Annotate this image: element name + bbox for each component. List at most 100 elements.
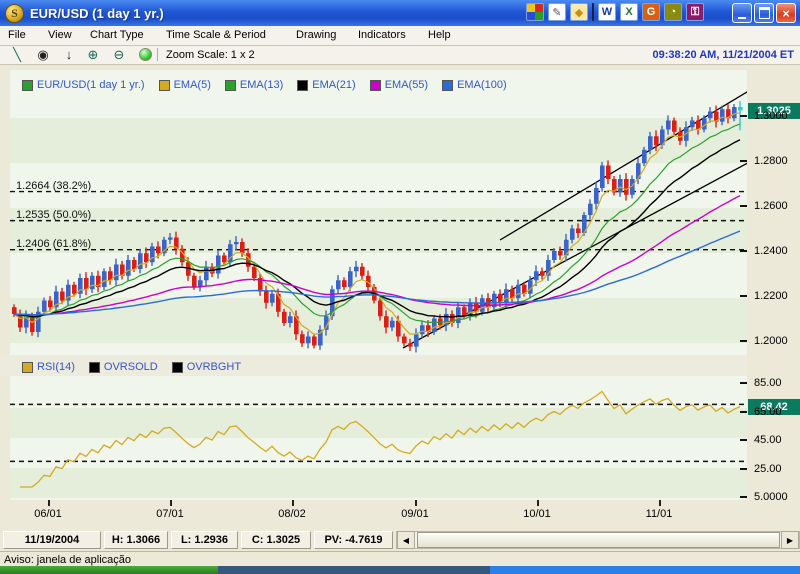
candle[interactable] — [42, 301, 47, 312]
word-icon[interactable]: W — [598, 3, 616, 21]
scroll-left-arrow[interactable]: ◀ — [397, 531, 415, 549]
candle[interactable] — [144, 253, 149, 262]
candle[interactable] — [378, 301, 383, 317]
candle[interactable] — [420, 325, 425, 334]
candle[interactable] — [738, 107, 743, 110]
calendar-icon[interactable]: G — [642, 3, 660, 21]
candle[interactable] — [624, 179, 629, 195]
candle[interactable] — [270, 294, 275, 303]
clock-icon[interactable]: ◔ — [664, 3, 682, 21]
candle[interactable] — [558, 251, 563, 256]
candle[interactable] — [552, 251, 557, 260]
legend-eurusd[interactable]: EUR/USD(1 day 1 yr.) — [22, 79, 145, 91]
candle[interactable] — [306, 337, 311, 344]
menu-file[interactable]: File — [8, 29, 26, 41]
candle[interactable] — [216, 256, 221, 274]
legend-ema55[interactable]: EMA(55) — [370, 79, 428, 91]
taskbar-window-sliver[interactable] — [218, 566, 490, 574]
candle[interactable] — [648, 136, 653, 150]
folder-open-icon[interactable]: ◆ — [570, 3, 588, 21]
candle[interactable] — [240, 242, 245, 253]
candle[interactable] — [390, 321, 395, 328]
minimize-button[interactable] — [732, 3, 752, 23]
candle[interactable] — [594, 188, 599, 204]
candle[interactable] — [252, 267, 257, 278]
scroll-right-arrow[interactable]: ▶ — [781, 531, 799, 549]
candle[interactable] — [90, 276, 95, 290]
legend-ema13[interactable]: EMA(13) — [225, 79, 283, 91]
candle[interactable] — [384, 316, 389, 327]
legend-ema100[interactable]: EMA(100) — [442, 79, 507, 91]
menu-help[interactable]: Help — [428, 29, 451, 41]
legend-ovrbght[interactable]: OVRBGHT — [172, 361, 241, 373]
candle[interactable] — [456, 307, 461, 323]
point-tool-icon[interactable]: ◉ — [34, 47, 52, 62]
candle[interactable] — [126, 260, 131, 276]
candle[interactable] — [618, 179, 623, 193]
candle[interactable] — [60, 292, 65, 301]
candle[interactable] — [600, 166, 605, 189]
candle[interactable] — [690, 121, 695, 128]
candle[interactable] — [588, 204, 593, 215]
candle[interactable] — [156, 247, 161, 254]
candle[interactable] — [570, 229, 575, 240]
candle[interactable] — [192, 276, 197, 287]
legend-ovrsold[interactable]: OVRSOLD — [89, 361, 158, 373]
key-icon[interactable]: ⚿ — [686, 3, 704, 21]
candle[interactable] — [300, 334, 305, 343]
candle[interactable] — [402, 337, 407, 344]
scrollbar-thumb[interactable] — [417, 532, 780, 548]
candle[interactable] — [606, 166, 611, 180]
color-grid-icon[interactable] — [526, 3, 544, 21]
candle[interactable] — [114, 265, 119, 281]
candle[interactable] — [222, 256, 227, 263]
candle[interactable] — [414, 334, 419, 346]
candle[interactable] — [540, 271, 545, 276]
candle[interactable] — [234, 242, 239, 244]
arrow-tool-icon[interactable]: ↓ — [60, 47, 78, 62]
candle[interactable] — [516, 285, 521, 299]
candle[interactable] — [288, 316, 293, 323]
candle[interactable] — [708, 112, 713, 119]
candle[interactable] — [282, 312, 287, 323]
legend-ema21[interactable]: EMA(21) — [297, 79, 355, 91]
menu-time-scale[interactable]: Time Scale & Period — [166, 29, 266, 41]
menu-view[interactable]: View — [48, 29, 72, 41]
candle[interactable] — [636, 163, 641, 179]
candle[interactable] — [720, 109, 725, 121]
restore-button[interactable] — [754, 3, 774, 23]
legend-ema5[interactable]: EMA(5) — [159, 79, 211, 91]
zoom-out-icon[interactable]: ⊖ — [110, 47, 128, 62]
close-button[interactable]: × — [776, 3, 796, 23]
title-bar[interactable]: S EUR/USD (1 day 1 yr.) ✎ ◆ W X G ◔ ⚿ × — [0, 0, 800, 26]
candle[interactable] — [432, 319, 437, 333]
candle[interactable] — [102, 271, 107, 287]
candle[interactable] — [138, 253, 143, 269]
candle[interactable] — [654, 136, 659, 145]
candle[interactable] — [204, 267, 209, 281]
candle[interactable] — [354, 267, 359, 272]
candle[interactable] — [168, 238, 173, 240]
menu-chart-type[interactable]: Chart Type — [90, 29, 144, 41]
taskbar-start-sliver[interactable] — [0, 566, 218, 574]
taskbar-sliver[interactable] — [490, 566, 800, 574]
legend-rsi14[interactable]: RSI(14) — [22, 361, 75, 373]
candle[interactable] — [534, 271, 539, 280]
candle[interactable] — [264, 292, 269, 303]
candle[interactable] — [312, 337, 317, 346]
excel-icon[interactable]: X — [620, 3, 638, 21]
menu-drawing[interactable]: Drawing — [296, 29, 336, 41]
menu-indicators[interactable]: Indicators — [358, 29, 406, 41]
candle[interactable] — [342, 280, 347, 287]
status-orb-icon[interactable] — [136, 47, 154, 62]
candle[interactable] — [732, 107, 737, 118]
candle[interactable] — [336, 280, 341, 289]
candle[interactable] — [666, 121, 671, 130]
zoom-in-icon[interactable]: ⊕ — [84, 47, 102, 62]
candle[interactable] — [408, 343, 413, 346]
candle[interactable] — [348, 271, 353, 287]
chart-canvas[interactable] — [10, 70, 747, 500]
notepad-icon[interactable]: ✎ — [548, 3, 566, 21]
candle[interactable] — [504, 289, 509, 303]
candle[interactable] — [642, 150, 647, 164]
